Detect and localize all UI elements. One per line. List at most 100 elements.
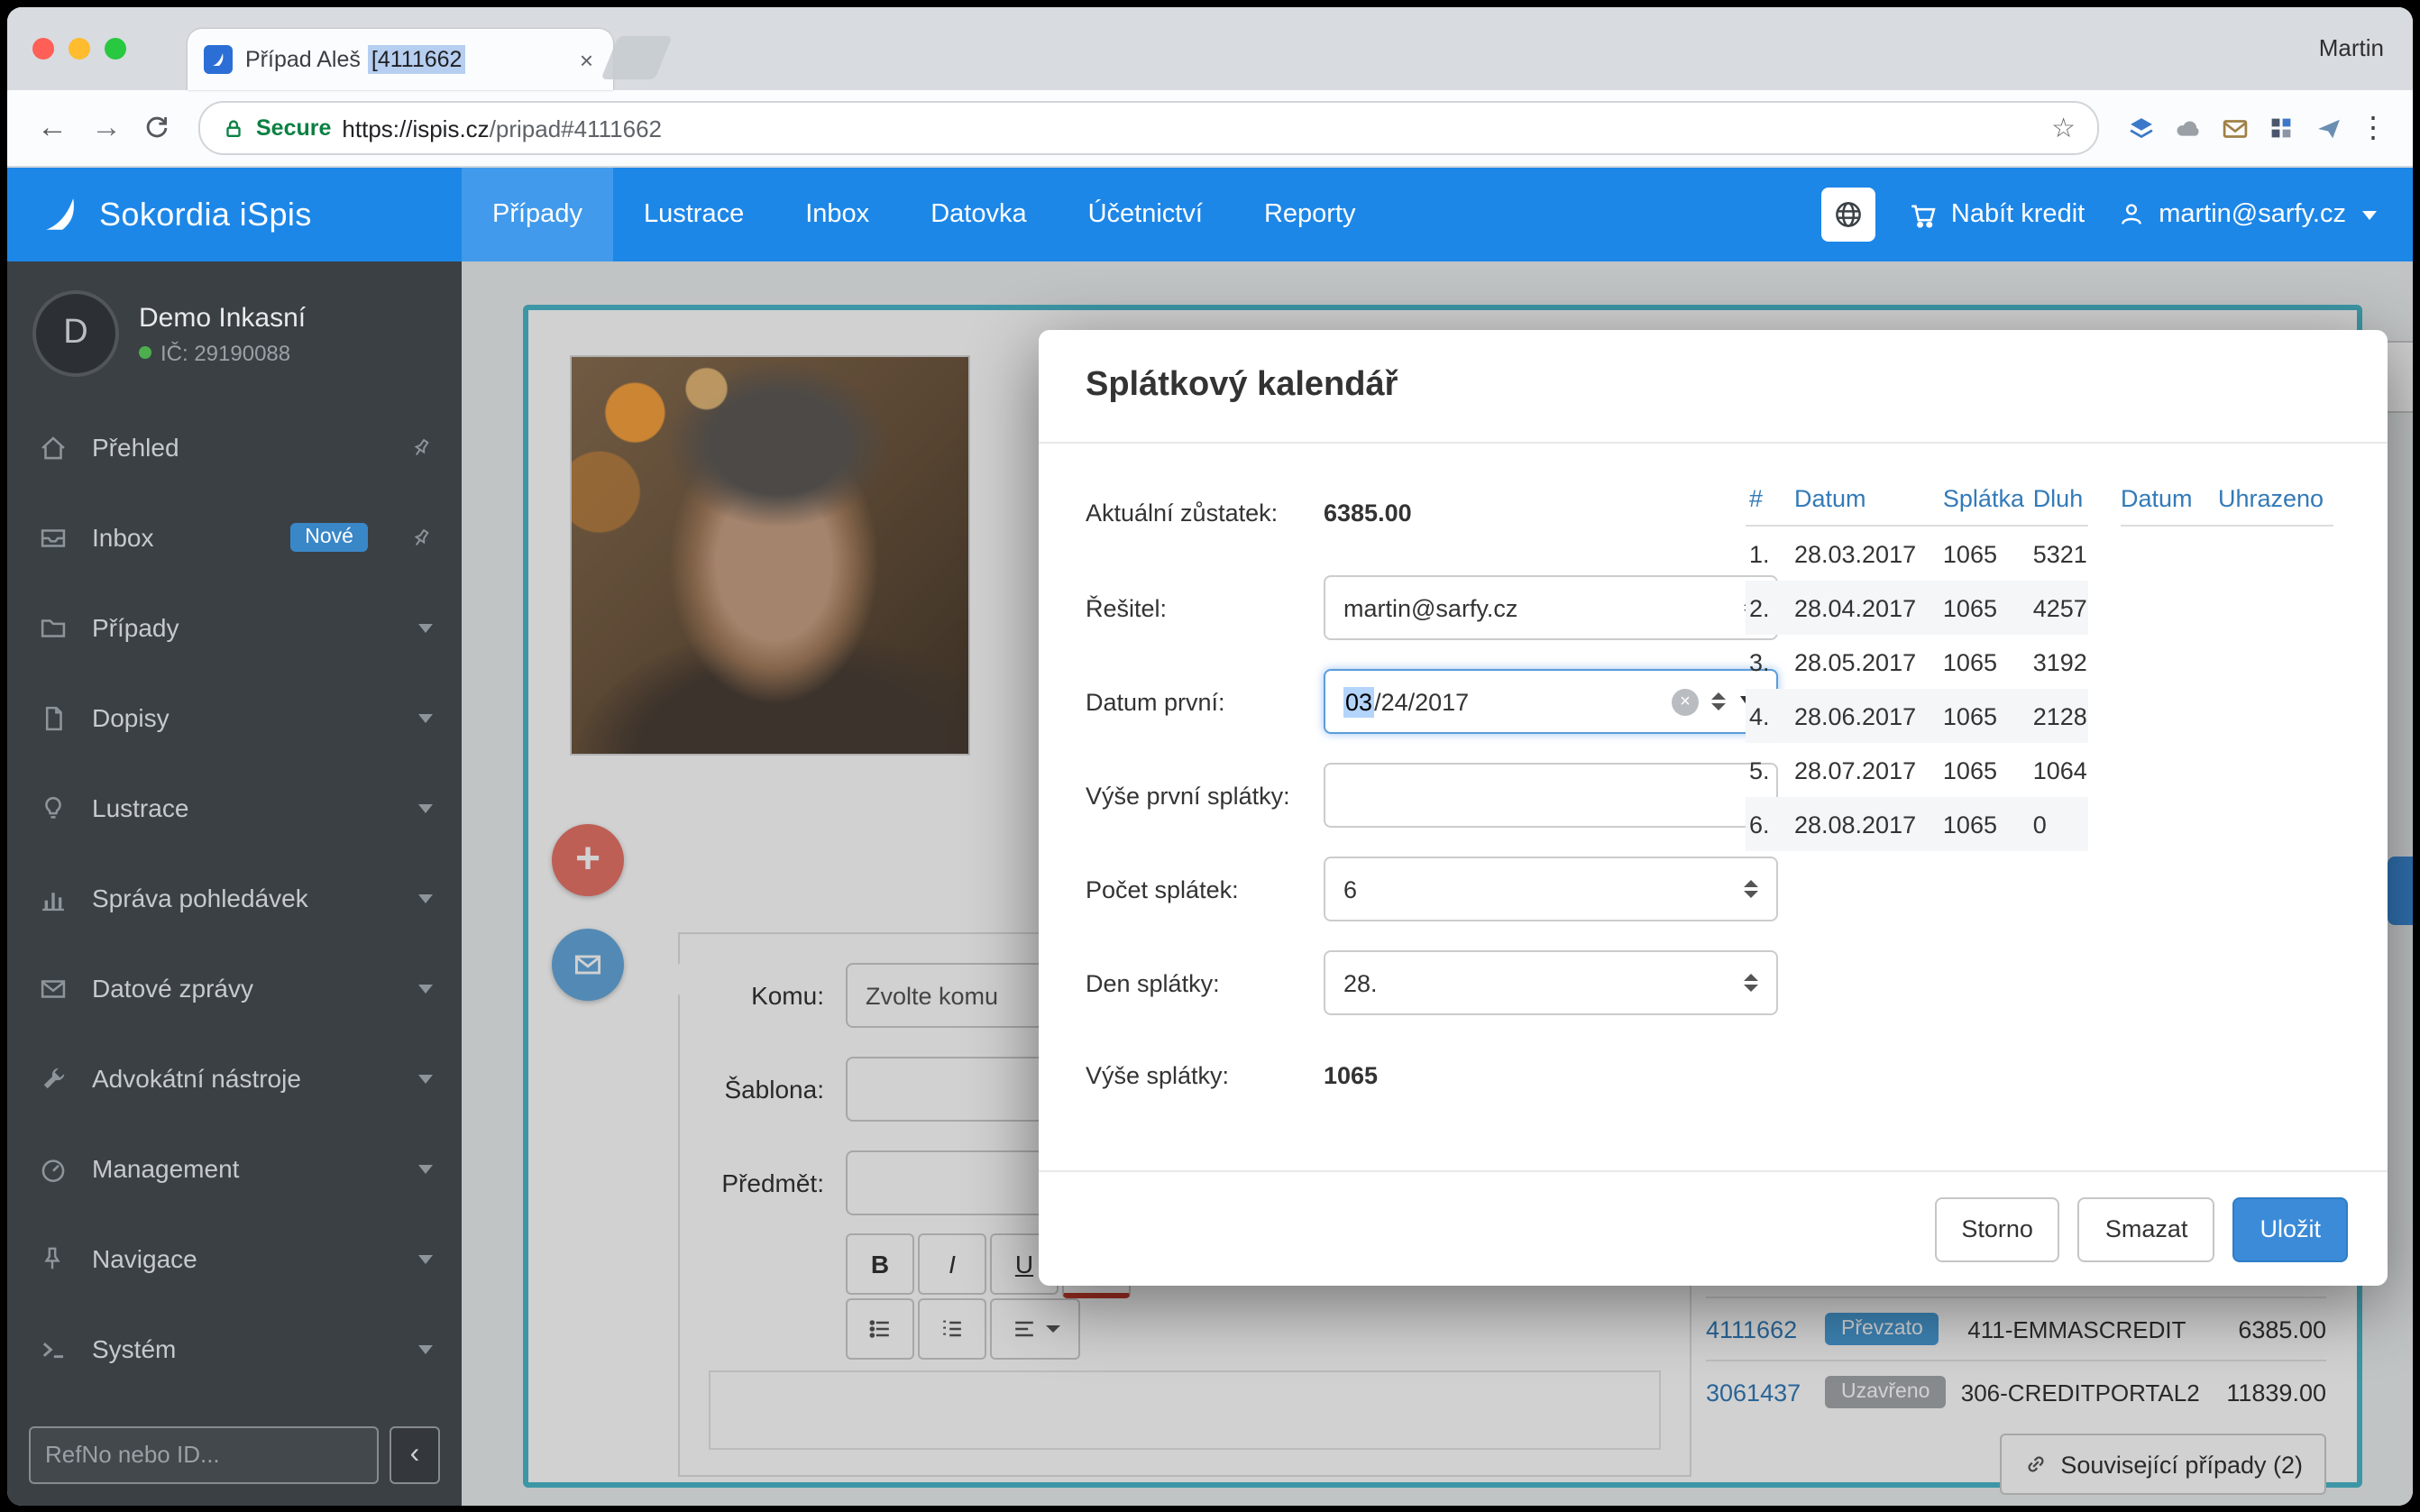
sidebar-item-dopisy[interactable]: Dopisy [7, 673, 462, 763]
brand[interactable]: Sokordia iSpis [7, 193, 462, 236]
layers-extension-icon[interactable] [2121, 108, 2160, 148]
date-rest-segment: /24/2017 [1374, 688, 1469, 715]
account-label: martin@sarfy.cz [2159, 200, 2346, 229]
browser-window: Případ Aleš [4111662 × Martin ← → Secure… [7, 7, 2413, 1505]
sidebar-item-sprava-pohledavek[interactable]: Správa pohledávek [7, 853, 462, 943]
status-dot-icon [139, 346, 151, 359]
chrome-menu-icon[interactable]: ⋮ [2355, 110, 2391, 146]
close-window-button[interactable] [32, 38, 54, 60]
bookmark-star-icon[interactable]: ☆ [2051, 112, 2076, 144]
brand-text: Sokordia iSpis [99, 196, 312, 234]
table-row: 6.28.08.201710650 [1746, 797, 2088, 851]
nav-item-ucetnictvi[interactable]: Účetnictví [1058, 168, 1233, 261]
sidebar-item-inbox[interactable]: Inbox Nové [7, 492, 462, 582]
sidebar-item-label: Lustrace [92, 793, 188, 822]
ispis-favicon [204, 45, 233, 74]
back-icon[interactable]: ← [29, 110, 76, 146]
terminal-icon [36, 1333, 69, 1364]
cloud-extension-icon[interactable] [2168, 108, 2207, 148]
org-reg-text: IČ: 29190088 [160, 340, 290, 365]
solver-select[interactable]: martin@sarfy.cz [1324, 575, 1778, 640]
nav-item-reporty[interactable]: Reporty [1233, 168, 1387, 261]
sidebar: D Demo Inkasní IČ: 29190088 Přehled [7, 261, 462, 1505]
wrench-icon [36, 1063, 69, 1094]
folder-icon [36, 612, 69, 643]
gauge-icon [36, 1153, 69, 1184]
balance-label: Aktuální zůstatek: [1086, 499, 1324, 526]
pin-icon[interactable] [409, 526, 433, 549]
day-select[interactable]: 28. [1324, 950, 1778, 1015]
account-menu[interactable]: martin@sarfy.cz [2117, 200, 2377, 229]
sidebar-item-datove-zpravy[interactable]: Datové zprávy [7, 943, 462, 1033]
window-controls [32, 38, 126, 60]
nav-item-lustrace[interactable]: Lustrace [613, 168, 775, 261]
url-domain: https://ispis.cz [342, 115, 489, 142]
reload-icon[interactable] [137, 108, 177, 148]
sidebar-item-label: Management [92, 1154, 239, 1183]
forward-icon[interactable]: → [83, 110, 130, 146]
first-amount-input[interactable] [1324, 763, 1778, 828]
nav-item-pripady[interactable]: Případy [462, 168, 613, 261]
globe-icon [1832, 198, 1865, 231]
send-extension-icon[interactable] [2308, 108, 2348, 148]
delete-button[interactable]: Smazat [2078, 1196, 2215, 1261]
count-select[interactable]: 6 [1324, 857, 1778, 921]
browser-toolbar: ← → Secure https://ispis.cz/pripad#41116… [7, 90, 2413, 168]
cancel-button[interactable]: Storno [1934, 1196, 2060, 1261]
day-label: Den splátky: [1086, 969, 1324, 996]
column-header[interactable]: Datum [2121, 484, 2218, 511]
spinner-arrows-icon[interactable] [1711, 692, 1726, 710]
pin-icon[interactable] [409, 435, 433, 459]
url-text: https://ispis.cz/pripad#4111662 [342, 115, 662, 142]
column-header[interactable]: Uhrazeno [2218, 484, 2330, 511]
language-globe-button[interactable] [1821, 188, 1875, 242]
sidebar-item-label: Inbox [92, 523, 154, 552]
table-row: 2.28.04.201710654257 [1746, 581, 2088, 635]
sidebar-item-prehled[interactable]: Přehled [7, 402, 462, 492]
chevron-down-icon [418, 893, 433, 903]
nav-item-datovka[interactable]: Datovka [900, 168, 1057, 261]
bar-chart-icon [36, 883, 69, 913]
browser-tab[interactable]: Případ Aleš [4111662 × [188, 29, 613, 90]
clear-icon[interactable]: × [1672, 688, 1699, 715]
address-bar[interactable]: Secure https://ispis.cz/pripad#4111662 ☆ [198, 101, 2099, 155]
count-label: Počet splátek: [1086, 875, 1324, 903]
screenshot-stage: Případ Aleš [4111662 × Martin ← → Secure… [0, 0, 2420, 1512]
tab-strip: Případ Aleš [4111662 × Martin [7, 7, 2413, 90]
zoom-window-button[interactable] [105, 38, 126, 60]
column-header[interactable]: Dluh [2030, 484, 2088, 511]
chevron-down-icon [418, 1344, 433, 1353]
table-row: 5.28.07.201710651064 [1746, 743, 2088, 797]
org-name: Demo Inkasní [139, 302, 306, 333]
home-icon [36, 432, 69, 463]
nav-item-inbox[interactable]: Inbox [775, 168, 900, 261]
tab-close-icon[interactable]: × [576, 46, 597, 73]
sidebar-item-management[interactable]: Management [7, 1123, 462, 1214]
sidebar-item-system[interactable]: Systém [7, 1304, 462, 1394]
sidebar-item-pripady[interactable]: Případy [7, 582, 462, 673]
credit-topup-button[interactable]: Nabít kredit [1908, 199, 2085, 230]
amount-label: Výše splátky: [1086, 1061, 1324, 1088]
column-header[interactable]: Datum [1791, 484, 1939, 511]
content: D Demo Inkasní IČ: 29190088 Přehled [7, 261, 2413, 1505]
document-icon [36, 702, 69, 733]
first-date-input[interactable]: 03 /24/2017 × [1324, 669, 1778, 734]
sidebar-collapse-button[interactable]: ‹ [390, 1425, 440, 1483]
chevron-down-icon [418, 1074, 433, 1083]
first-date-row: Datum první: 03 /24/2017 × [1086, 669, 1778, 734]
column-header[interactable]: # [1746, 484, 1791, 511]
refno-search-input[interactable] [29, 1425, 379, 1483]
modal-title: Splátkový kalendář [1086, 366, 1398, 406]
sidebar-item-lustrace[interactable]: Lustrace [7, 763, 462, 853]
mail-extension-icon[interactable] [2214, 108, 2254, 148]
sidebar-item-advokatni-nastroje[interactable]: Advokátní nástroje [7, 1033, 462, 1123]
sidebar-item-navigace[interactable]: Navigace [7, 1214, 462, 1304]
divider [1039, 442, 2388, 444]
grid-extension-icon[interactable] [2261, 108, 2301, 148]
minimize-window-button[interactable] [69, 38, 90, 60]
chrome-profile-name: Martin [2319, 34, 2384, 61]
save-button[interactable]: Uložit [2232, 1196, 2348, 1261]
sidebar-item-label: Navigace [92, 1244, 197, 1273]
column-header[interactable]: Splátka [1939, 484, 2030, 511]
amount-value: 1065 [1324, 1061, 1378, 1088]
